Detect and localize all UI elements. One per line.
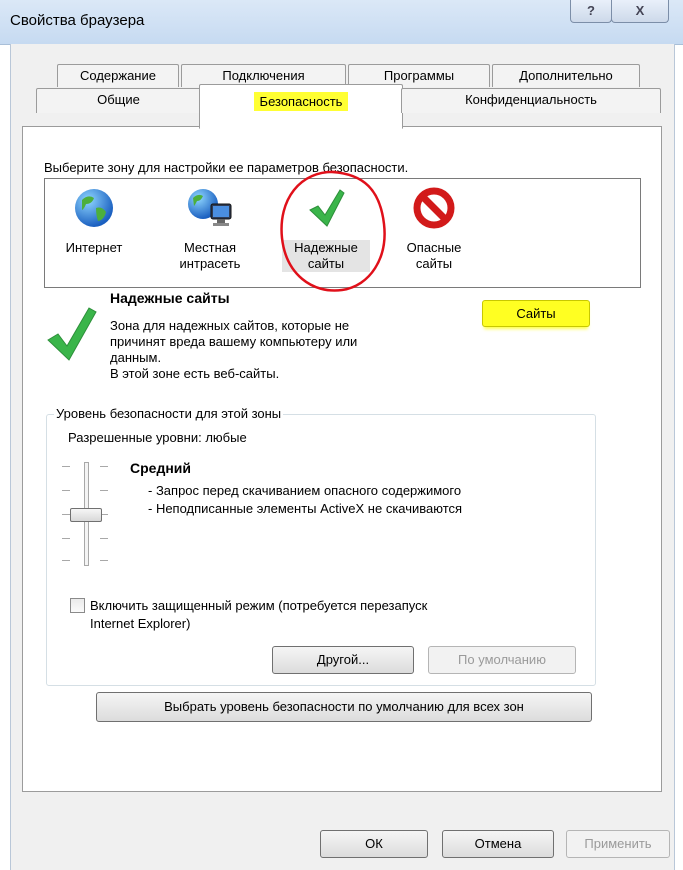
slider-tick [62, 466, 70, 467]
zone-restricted-label-1: Опасные [406, 240, 462, 255]
zone-desc-line: причинят вреда вашему компьютеру или [110, 334, 358, 349]
zone-desc-line: В этой зоне есть веб-сайты. [110, 366, 280, 381]
window-title: Свойства браузера [10, 12, 145, 29]
security-level-description: - Запрос перед скачиванием опасного соде… [148, 482, 462, 518]
default-level-button[interactable]: По умолчанию [428, 646, 576, 674]
slider-tick [100, 560, 108, 561]
security-level-group-label: Уровень безопасности для этой зоны [54, 406, 284, 421]
protected-mode-label[interactable]: Включить защищенный режим (потребуется п… [90, 597, 427, 633]
apply-button[interactable]: Применить [566, 830, 670, 858]
slider-tick [62, 490, 70, 491]
slider-tick [62, 560, 70, 561]
intranet-icon [188, 189, 232, 226]
custom-level-button[interactable]: Другой... [272, 646, 414, 674]
cancel-button[interactable]: Отмена [442, 830, 554, 858]
reset-all-zones-button[interactable]: Выбрать уровень безопасности по умолчани… [96, 692, 592, 722]
tab-security[interactable]: Безопасность [199, 84, 403, 129]
slider-tick [100, 490, 108, 491]
zone-title: Надежные сайты [110, 290, 230, 306]
level-desc-line: - Запрос перед скачиванием опасного соде… [148, 483, 462, 498]
security-level-name: Средний [130, 460, 192, 476]
globe-icon [75, 189, 113, 227]
slider-tick [100, 466, 108, 467]
sites-button[interactable]: Сайты [482, 300, 590, 327]
help-button[interactable]: ? [570, 0, 612, 23]
zone-restricted-sites[interactable]: Опасные сайты [396, 186, 472, 272]
annotation-circle [280, 170, 386, 292]
prohibited-icon [413, 187, 455, 229]
tab-advanced[interactable]: Дополнительно [492, 64, 640, 87]
protected-mode-label-line-2: Internet Explorer) [90, 616, 191, 631]
tab-general[interactable]: Общие [36, 88, 201, 113]
slider-tick [62, 538, 70, 539]
zone-local-intranet[interactable]: Местная интрасеть [168, 186, 252, 272]
ok-button[interactable]: ОК [320, 830, 428, 858]
zone-desc-line: Зона для надежных сайтов, которые не [110, 318, 350, 333]
protected-mode-label-line-1: Включить защищенный режим (потребуется п… [90, 598, 428, 613]
tab-privacy[interactable]: Конфиденциальность [401, 88, 661, 113]
tab-content[interactable]: Содержание [57, 64, 179, 87]
zone-internet-label: Интернет [65, 240, 123, 255]
allowed-levels-label: Разрешенные уровни: любые [68, 430, 247, 445]
protected-mode-checkbox[interactable] [70, 598, 85, 613]
tab-security-label: Безопасность [253, 92, 349, 111]
zone-local-intranet-label-1: Местная [183, 240, 237, 255]
zone-restricted-label-2: сайты [415, 256, 453, 271]
slider-thumb[interactable] [70, 508, 102, 522]
slider-tick [62, 514, 70, 515]
zone-internet[interactable]: Интернет [58, 186, 130, 256]
close-button[interactable]: X [611, 0, 669, 23]
selected-zone-checkmark-icon [47, 307, 97, 361]
zone-description: Зона для надежных сайтов, которые не при… [110, 318, 357, 382]
security-level-slider[interactable] [60, 460, 114, 568]
level-desc-line: - Неподписанные элементы ActiveX не скач… [148, 501, 463, 516]
zone-desc-line: данным. [110, 350, 162, 365]
slider-tick [100, 538, 108, 539]
zone-local-intranet-label-2: интрасеть [179, 256, 241, 271]
